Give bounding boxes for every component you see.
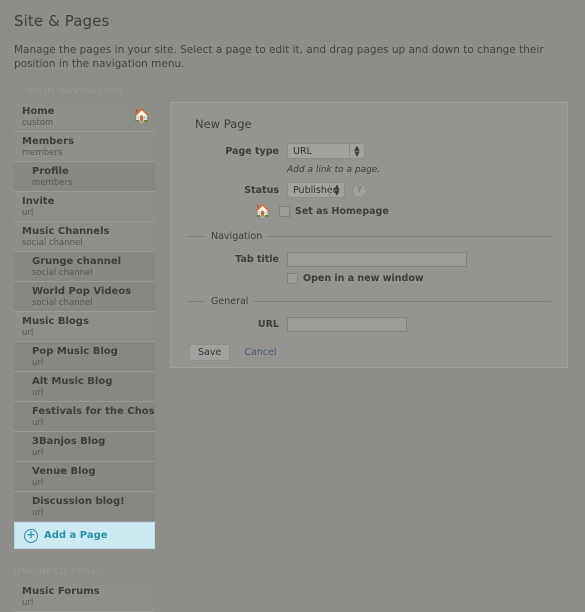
page-title: Site & Pages — [14, 12, 110, 30]
nav-item[interactable]: Pop Music Blog url — [14, 342, 155, 373]
nav-item-subtitle: url — [22, 208, 34, 219]
nav-item[interactable]: Alt Music Blog url — [14, 372, 155, 403]
nav-item-subtitle: url — [32, 478, 44, 489]
url-row: URL — [187, 317, 551, 333]
page-type-label: Page type — [225, 145, 279, 157]
nav-item-title: Music Blogs — [22, 316, 89, 328]
nav-item-subtitle: url — [22, 328, 34, 339]
nav-item[interactable]: 3Banjos Blog url — [14, 432, 155, 463]
nav-item-title: Home — [22, 106, 55, 118]
tab-title-label: Tab title — [235, 254, 279, 266]
navigation-fieldset: Navigation Tab title Open in a new windo… — [187, 231, 551, 285]
page-type-hint: Add a link to a page. — [287, 165, 381, 176]
legend-rule-left — [187, 236, 205, 238]
unlinked-pages-label: UNLINKED PAGES — [14, 567, 105, 578]
nav-item[interactable]: Music Blogs url — [14, 312, 155, 343]
panel-title: New Page — [195, 117, 252, 132]
nav-item-title: Festivals for the Chosen — [32, 406, 155, 418]
content-area: Home custom 🏠 Members members Profile members I… — [0, 102, 585, 612]
nav-item[interactable]: Discussion blog! url — [14, 492, 155, 523]
main-navigation-list: Home custom 🏠 Members members Profile members I… — [14, 102, 155, 523]
save-button[interactable]: Save — [189, 344, 231, 362]
nav-item-title: Invite — [22, 196, 55, 208]
page-type-row: Page type URL ▲ ▼ — [187, 143, 551, 160]
set-as-homepage-checkbox[interactable] — [279, 206, 290, 218]
nav-item-title: Pop Music Blog — [32, 346, 118, 358]
nav-item[interactable]: Home custom 🏠 — [14, 102, 155, 133]
nav-item-subtitle: custom — [22, 118, 54, 129]
home-icon: 🏠 — [254, 204, 271, 220]
navigation-legend: Navigation — [187, 231, 551, 242]
open-new-window-checkbox[interactable] — [287, 273, 298, 285]
nav-item[interactable]: Members members — [14, 132, 155, 163]
page-header: Site & Pages Manage the pages in your si… — [0, 0, 585, 97]
nav-item-subtitle: social channel — [32, 268, 93, 279]
navigation-legend-text: Navigation — [211, 231, 263, 243]
nav-item[interactable]: Grunge channel social channel — [14, 252, 155, 283]
set-as-homepage-label[interactable]: Set as Homepage — [295, 206, 389, 217]
chevron-updown-icon: ▲ ▼ — [329, 183, 344, 198]
general-legend-text: General — [211, 296, 249, 308]
nav-item-title: Grunge channel — [32, 256, 122, 268]
nav-item-title: Music Forums — [22, 586, 100, 598]
legend-rule-right — [254, 301, 551, 303]
plus-circle-icon: + — [24, 528, 38, 543]
form-actions: Save Cancel — [189, 344, 551, 362]
nav-item-subtitle: social channel — [32, 298, 93, 309]
question-mark-icon[interactable]: ? — [352, 182, 367, 198]
set-as-homepage-row: 🏠 Set as Homepage — [187, 204, 551, 219]
nav-item-title: Music Channels — [22, 226, 110, 238]
page-type-select[interactable]: URL ▲ ▼ — [287, 143, 365, 160]
page-type-value: URL — [293, 146, 312, 158]
legend-rule-left — [187, 301, 205, 303]
nav-item[interactable]: Invite url — [14, 192, 155, 223]
nav-item-subtitle: url — [22, 598, 34, 609]
nav-item-subtitle: url — [32, 508, 44, 519]
nav-item-title: Venue Blog — [32, 466, 96, 478]
nav-item-subtitle: url — [32, 418, 44, 429]
general-legend: General — [187, 296, 551, 307]
nav-item-title: Profile — [32, 166, 69, 178]
nav-item-subtitle: social channel — [22, 238, 83, 249]
status-row: Status Published ▲ ▼ ? — [187, 182, 551, 199]
nav-item[interactable]: Profile members — [14, 162, 155, 193]
legend-rule-right — [268, 236, 551, 238]
add-a-page-button[interactable]: + Add a Page — [14, 522, 155, 550]
tab-title-row: Tab title — [187, 252, 551, 268]
main-navigation-label: MAIN NAVIGATION — [28, 87, 124, 98]
url-label: URL — [257, 319, 279, 331]
nav-item-subtitle: members — [22, 148, 63, 159]
url-input[interactable] — [287, 317, 407, 333]
nav-item-title: Members — [22, 136, 74, 148]
nav-item-title: Discussion blog! — [32, 496, 125, 508]
nav-item-subtitle: members — [32, 178, 73, 189]
nav-item-subtitle: url — [32, 358, 44, 369]
status-label: Status — [244, 184, 279, 196]
page-description: Manage the pages in your site. Select a … — [14, 44, 544, 70]
home-icon: 🏠 — [133, 108, 151, 125]
nav-item[interactable]: Festivals for the Chosen url — [14, 402, 155, 433]
tab-title-input[interactable] — [287, 252, 467, 268]
page-list-sidebar: Home custom 🏠 Members members Profile members I… — [14, 102, 155, 612]
page-editor-panel: New Page Page type URL ▲ ▼ Add a link to … — [170, 102, 568, 369]
open-new-window-row: Open in a new window — [287, 273, 551, 285]
nav-item-title: 3Banjos Blog — [32, 436, 106, 448]
nav-item[interactable]: Venue Blog url — [14, 462, 155, 493]
status-select[interactable]: Published ▲ ▼ — [287, 182, 345, 199]
chevron-updown-icon: ▲ ▼ — [349, 144, 364, 159]
nav-item-title: World Pop Videos — [32, 286, 132, 298]
open-new-window-label[interactable]: Open in a new window — [303, 273, 424, 284]
nav-item[interactable]: World Pop Videos social channel — [14, 282, 155, 313]
unlinked-pages-list: Music Forums url — [14, 582, 155, 612]
nav-item[interactable]: Music Forums url — [14, 582, 155, 612]
nav-item-subtitle: url — [32, 448, 44, 459]
general-fieldset: General URL — [187, 296, 551, 333]
nav-item[interactable]: Music Channels social channel — [14, 222, 155, 253]
add-a-page-label: Add a Page — [44, 530, 108, 542]
cancel-button[interactable]: Cancel — [244, 347, 276, 358]
nav-item-title: Alt Music Blog — [32, 376, 113, 388]
nav-item-subtitle: url — [32, 388, 44, 399]
